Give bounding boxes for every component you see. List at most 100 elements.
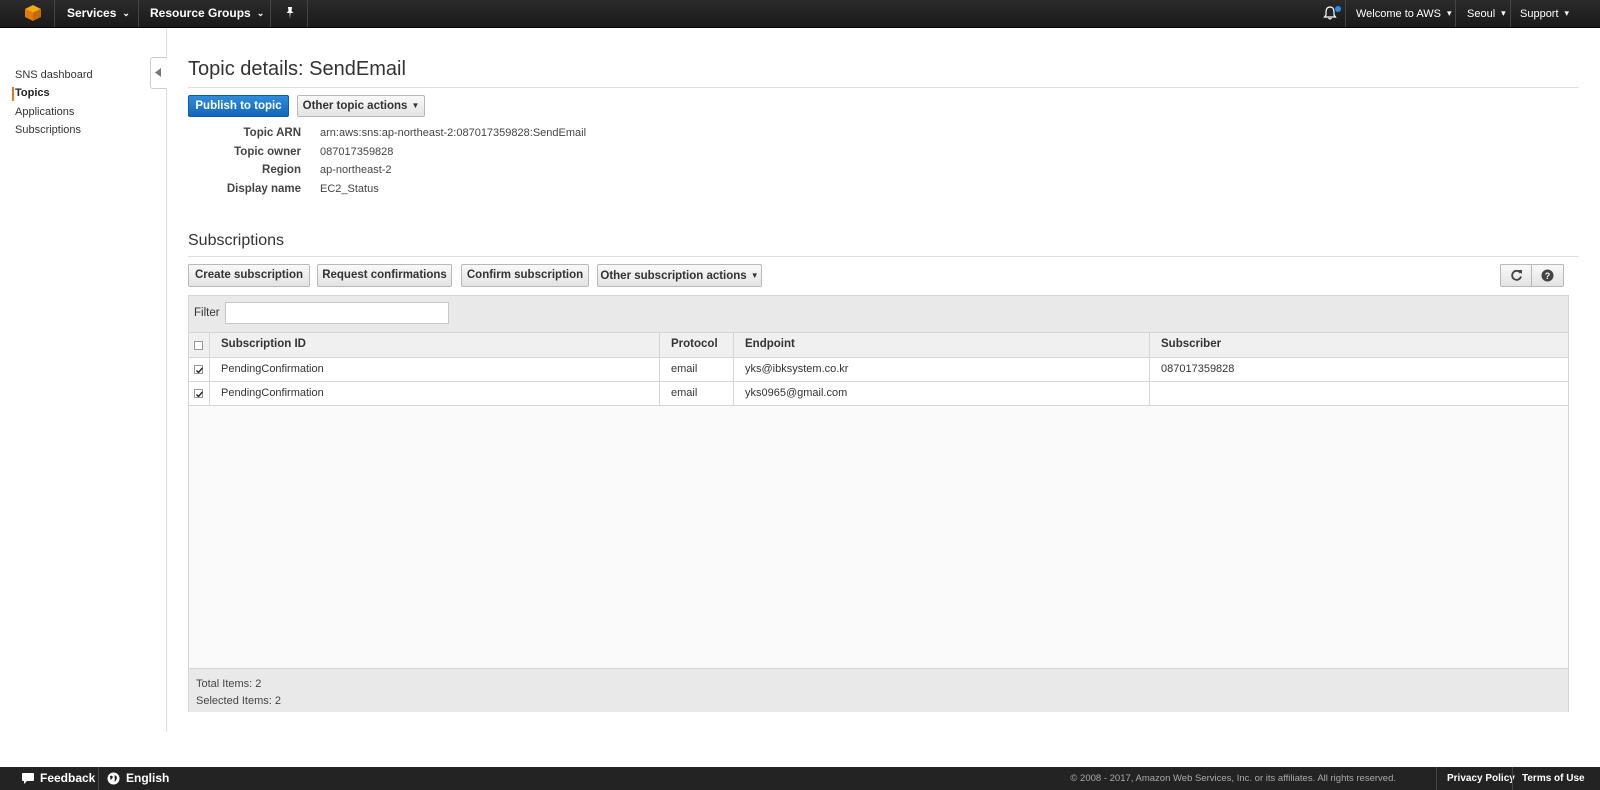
account-menu[interactable]: Welcome to AWS ▾ [1356, 0, 1452, 27]
topic-arn-label: Topic ARN [243, 127, 302, 139]
footer-divider [1512, 767, 1513, 790]
resource-groups-menu[interactable]: Resource Groups ⌄ [150, 0, 264, 27]
confirm-subscription-button[interactable]: Confirm subscription [461, 264, 589, 287]
table-header: Subscription ID Protocol Endpoint Subscr… [189, 333, 1568, 358]
total-items-count: Total Items: 2 [196, 678, 262, 690]
refresh-icon [1511, 269, 1522, 281]
globe-icon [107, 772, 120, 785]
caret-down-icon: ▼ [411, 101, 420, 110]
refresh-button[interactable] [1500, 264, 1532, 287]
region-detail-label: Region [262, 164, 301, 176]
title-divider [188, 87, 1579, 88]
chevron-down-icon: ⌄ [122, 8, 130, 18]
filter-input[interactable] [225, 302, 449, 324]
footer-divider [1436, 767, 1437, 790]
nav-divider [54, 0, 55, 27]
row-checkbox[interactable] [194, 365, 204, 374]
help-button[interactable]: ? [1532, 264, 1564, 287]
sidebar-item-sns-dashboard[interactable]: SNS dashboard [15, 69, 93, 81]
nav-divider [138, 0, 139, 27]
topic-arn-value: arn:aws:sns:ap-northeast-2:087017359828:… [320, 127, 587, 139]
sidebar-item-topics[interactable]: Topics [15, 87, 50, 99]
svg-text:?: ? [1545, 271, 1551, 281]
endpoint-cell: yks@ibksystem.co.kr [745, 363, 849, 375]
caret-down-icon: ▾ [1501, 8, 1506, 18]
account-label: Welcome to AWS [1356, 8, 1441, 20]
topic-owner-label: Topic owner [234, 146, 301, 158]
help-icon: ? [1541, 269, 1554, 282]
caret-down-icon: ▾ [1446, 8, 1452, 18]
pin-icon[interactable] [283, 6, 297, 20]
other-subscription-actions-button[interactable]: Other subscription actions ▼ [597, 264, 762, 287]
display-name-value: EC2_Status [320, 183, 379, 195]
top-navigation-bar: Services ⌄ Resource Groups ⌄ Welcome to AW… [0, 0, 1600, 28]
checkmark-icon [196, 391, 204, 398]
subscription-id-cell: PendingConfirmation [221, 363, 324, 375]
region-detail-value: ap-northeast-2 [320, 164, 392, 176]
subscriptions-table-panel: Filter Subscription ID Protocol Endpoint… [188, 295, 1569, 712]
privacy-policy-link[interactable]: Privacy Policy [1447, 773, 1515, 784]
subscription-id-cell: PendingConfirmation [221, 387, 324, 399]
sidebar-item-subscriptions[interactable]: Subscriptions [15, 124, 81, 136]
nav-divider [1510, 0, 1511, 27]
nav-divider [270, 0, 271, 27]
display-name-label: Display name [226, 183, 301, 195]
services-label: Services [67, 6, 117, 20]
support-label: Support [1520, 8, 1559, 20]
region-label: Seoul [1467, 8, 1496, 20]
support-menu[interactable]: Support ▾ [1520, 0, 1569, 27]
sidebar: SNS dashboard Topics Applications Subscr… [0, 28, 167, 732]
column-header-subscription-id[interactable]: Subscription ID [221, 338, 306, 350]
nav-divider [1345, 0, 1346, 27]
section-divider [188, 256, 1579, 257]
protocol-cell: email [671, 387, 698, 399]
table-row[interactable]: PendingConfirmation email yks0965@gmail.… [189, 382, 1568, 406]
column-separator [209, 333, 210, 405]
caret-left-icon [155, 68, 161, 77]
publish-to-topic-button[interactable]: Publish to topic [188, 95, 289, 117]
chevron-down-icon: ⌄ [256, 8, 265, 18]
subscriber-cell: 087017359828 [1161, 363, 1235, 375]
topic-owner-value: 087017359828 [320, 146, 394, 158]
column-header-endpoint[interactable]: Endpoint [745, 338, 795, 350]
feedback-icon [22, 773, 34, 784]
resource-groups-label: Resource Groups [150, 6, 251, 20]
filter-bar: Filter [189, 296, 1568, 333]
caret-down-icon: ▼ [750, 271, 759, 280]
endpoint-cell: yks0965@gmail.com [745, 387, 848, 399]
column-header-protocol[interactable]: Protocol [671, 338, 718, 350]
aws-cube-logo-icon[interactable] [24, 4, 42, 22]
footer-divider [98, 767, 99, 790]
services-menu[interactable]: Services ⌄ [67, 0, 130, 27]
other-topic-actions-button[interactable]: Other topic actions ▼ [297, 95, 425, 117]
row-checkbox[interactable] [194, 389, 204, 398]
request-confirmations-button[interactable]: Request confirmations [317, 264, 452, 287]
other-topic-actions-label: Other topic actions [302, 100, 408, 112]
subscriptions-section-title: Subscriptions [188, 232, 285, 249]
column-header-subscriber[interactable]: Subscriber [1161, 338, 1221, 350]
select-all-checkbox[interactable] [194, 341, 203, 350]
protocol-cell: email [671, 363, 698, 375]
terms-of-use-link[interactable]: Terms of Use [1522, 773, 1585, 784]
console-footer: Feedback English © 2008 - 2017, Amazon W… [0, 767, 1600, 790]
create-subscription-button[interactable]: Create subscription [188, 264, 310, 287]
other-subscription-actions-label: Other subscription actions [600, 270, 747, 282]
language-selector[interactable]: English [126, 771, 169, 785]
checkmark-icon [196, 367, 204, 374]
column-separator [1149, 333, 1150, 405]
page-title: Topic details: SendEmail [188, 58, 406, 80]
feedback-link[interactable]: Feedback [40, 771, 95, 785]
filter-label: Filter [194, 307, 220, 319]
region-menu[interactable]: Seoul ▾ [1467, 0, 1506, 27]
column-separator [659, 333, 660, 405]
nav-divider [307, 0, 308, 27]
table-footer: Total Items: 2 Selected Items: 2 [189, 668, 1568, 712]
active-item-marker [12, 87, 14, 101]
copyright-text: © 2008 - 2017, Amazon Web Services, Inc.… [1070, 773, 1396, 784]
notification-dot [1335, 6, 1341, 12]
collapse-sidebar-button[interactable] [150, 57, 167, 89]
table-row[interactable]: PendingConfirmation email yks@ibksystem.… [189, 358, 1568, 382]
nav-divider [1455, 0, 1456, 27]
selected-items-count: Selected Items: 2 [196, 695, 281, 707]
sidebar-item-applications[interactable]: Applications [15, 106, 74, 118]
